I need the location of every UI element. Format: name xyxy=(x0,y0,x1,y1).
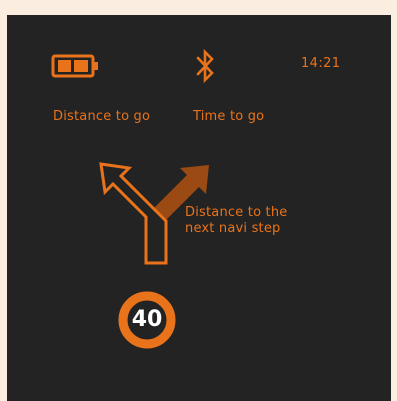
fork-left-arrow-icon xyxy=(99,162,209,265)
bluetooth-icon xyxy=(196,49,214,83)
battery-icon xyxy=(51,54,98,78)
speed-limit-sign: 40 xyxy=(118,291,176,349)
distance-to-go-label: Distance to go xyxy=(53,109,151,124)
speed-limit-value: 40 xyxy=(131,307,163,332)
clock-time: 14:21 xyxy=(301,56,341,71)
time-to-go-label: Time to go xyxy=(193,109,265,124)
